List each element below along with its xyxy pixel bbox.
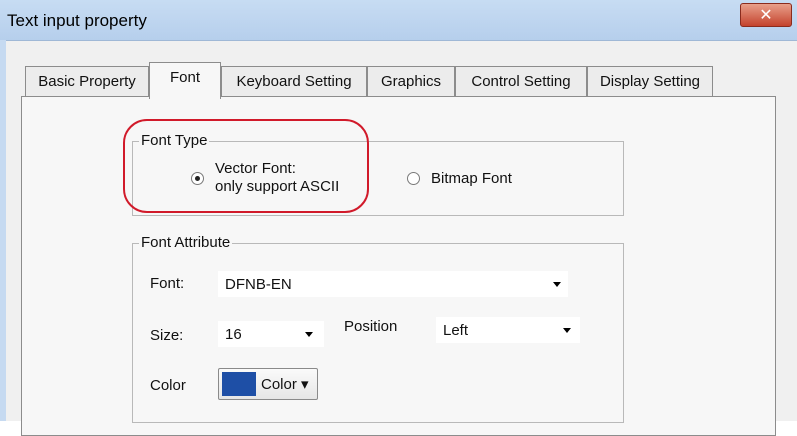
font-label: Font:: [150, 275, 185, 292]
dialog-window: Text input property ✕ Basic Property Fon…: [0, 0, 797, 436]
font-type-legend: Font Type: [139, 132, 210, 149]
color-picker-button[interactable]: Color ▾: [218, 368, 318, 400]
size-label: Size:: [150, 327, 184, 344]
position-select-value: Left: [443, 322, 469, 339]
tab-strip: Basic Property Font Keyboard Setting Gra…: [25, 62, 715, 99]
vector-font-label[interactable]: Vector Font:: [215, 160, 296, 177]
tab-graphics[interactable]: Graphics: [367, 66, 455, 97]
chevron-down-icon: [563, 328, 571, 333]
font-attribute-legend: Font Attribute: [139, 234, 233, 251]
tab-display-setting[interactable]: Display Setting: [587, 66, 713, 97]
tab-label: Keyboard Setting: [236, 73, 352, 90]
font-type-group: Font Type: [132, 132, 624, 216]
color-swatch: [222, 372, 256, 396]
close-button[interactable]: ✕: [740, 3, 792, 27]
tab-control-setting[interactable]: Control Setting: [455, 66, 587, 97]
tab-label: Basic Property: [38, 73, 136, 90]
window-frame-edge: [0, 40, 6, 421]
tab-basic-property[interactable]: Basic Property: [25, 66, 149, 97]
tab-keyboard-setting[interactable]: Keyboard Setting: [221, 66, 367, 97]
bitmap-font-radio[interactable]: [407, 172, 420, 185]
font-select[interactable]: DFNB-EN: [218, 271, 568, 297]
color-label: Color: [150, 377, 186, 394]
close-icon: ✕: [759, 5, 773, 24]
tab-label: Graphics: [380, 73, 442, 90]
font-select-value: DFNB-EN: [225, 276, 292, 293]
bitmap-font-label[interactable]: Bitmap Font: [431, 170, 512, 187]
size-select-value: 16: [225, 326, 242, 343]
tab-label: Font: [169, 69, 200, 86]
window-title: Text input property: [7, 11, 147, 30]
chevron-down-icon: [553, 282, 561, 287]
title-bar[interactable]: Text input property ✕: [0, 0, 797, 41]
position-select[interactable]: Left: [436, 317, 580, 343]
tab-label: Display Setting: [599, 73, 701, 90]
chevron-down-icon: [305, 332, 313, 337]
vector-font-radio[interactable]: [191, 172, 204, 185]
tab-font[interactable]: Font: [149, 62, 221, 99]
color-button-label: Color ▾: [261, 376, 309, 393]
tab-label: Control Setting: [471, 73, 571, 90]
size-select[interactable]: 16: [218, 321, 324, 347]
position-label: Position: [344, 318, 398, 335]
vector-font-sublabel: only support ASCII: [215, 178, 340, 195]
